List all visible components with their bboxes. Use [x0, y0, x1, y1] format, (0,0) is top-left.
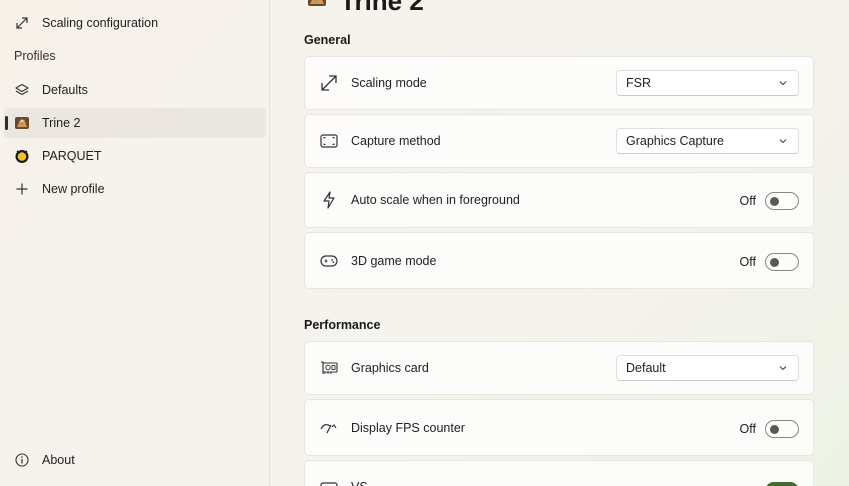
fps-counter-state: Off	[739, 422, 756, 436]
vsync-toggle[interactable]	[765, 482, 799, 486]
capture-frame-icon	[319, 131, 339, 151]
layers-icon	[14, 82, 30, 98]
3d-game-mode-state: Off	[739, 255, 756, 269]
toggle-knob	[770, 425, 779, 434]
capture-method-value: Graphics Capture	[626, 134, 724, 148]
trine-2-game-icon	[14, 115, 30, 131]
scaling-mode-value: FSR	[626, 76, 651, 90]
resize-diagonal-icon	[319, 73, 339, 93]
chevron-down-icon	[778, 363, 788, 373]
nav-label: Defaults	[42, 83, 88, 97]
auto-scale-state: Off	[739, 194, 756, 208]
gamepad-icon	[319, 251, 339, 271]
vsync-card: VS	[304, 460, 814, 486]
nav-label: Scaling configuration	[42, 16, 159, 30]
nav-trine-2[interactable]: Trine 2	[4, 108, 266, 138]
toggle-knob	[770, 258, 779, 267]
fps-counter-card: Display FPS counter Off	[304, 399, 814, 456]
fps-counter-toggle[interactable]	[765, 420, 799, 438]
nav-label: New profile	[42, 182, 105, 196]
3d-game-mode-toggle[interactable]	[765, 253, 799, 271]
speedometer-icon	[319, 418, 339, 438]
scaling-mode-card: Scaling mode FSR	[304, 56, 814, 110]
vsync-icon	[319, 481, 339, 486]
nav-label: Trine 2	[42, 116, 81, 130]
nav-label: About	[42, 453, 75, 467]
nav-defaults[interactable]: Defaults	[4, 75, 266, 105]
general-section-header: General	[304, 33, 351, 47]
nav-label: PARQUET	[42, 149, 102, 163]
auto-scale-card: Auto scale when in foreground Off	[304, 172, 814, 228]
plus-icon	[14, 181, 30, 197]
3d-game-mode-card: 3D game mode Off	[304, 232, 814, 289]
graphics-card-dropdown[interactable]: Default	[616, 355, 799, 381]
performance-section-header: Performance	[304, 318, 381, 332]
chevron-down-icon	[778, 136, 788, 146]
main-content: Trine 2 General Scaling mode FSR Capture…	[270, 0, 849, 486]
chevron-down-icon	[778, 78, 788, 88]
nav-new-profile[interactable]: New profile	[4, 174, 266, 204]
page-title: Trine 2	[340, 0, 424, 16]
nav-parquet[interactable]: PARQUET	[4, 141, 266, 171]
3d-game-mode-toggle-group: Off	[740, 253, 799, 271]
auto-scale-toggle-group: Off	[740, 192, 799, 210]
graphics-card-value: Default	[626, 361, 666, 375]
gpu-icon	[319, 358, 339, 378]
capture-method-dropdown[interactable]: Graphics Capture	[616, 128, 799, 154]
sidebar: Scaling configuration Profiles Defaults …	[0, 0, 270, 486]
nav-scaling-configuration[interactable]: Scaling configuration	[4, 8, 266, 38]
fps-counter-toggle-group: Off	[740, 420, 799, 438]
scaling-mode-dropdown[interactable]: FSR	[616, 70, 799, 96]
trine-2-title-icon	[306, 0, 328, 8]
capture-method-card: Capture method Graphics Capture	[304, 114, 814, 168]
nav-about[interactable]: About	[4, 445, 266, 475]
auto-scale-toggle[interactable]	[765, 192, 799, 210]
graphics-card-card: Graphics card Default	[304, 341, 814, 395]
parquet-game-icon	[14, 148, 30, 164]
profiles-header: Profiles	[14, 49, 56, 63]
resize-diagonal-icon	[14, 15, 30, 31]
toggle-knob	[770, 197, 779, 206]
info-icon	[14, 452, 30, 468]
lightning-icon	[319, 190, 339, 210]
vsync-label: VS	[351, 481, 813, 486]
